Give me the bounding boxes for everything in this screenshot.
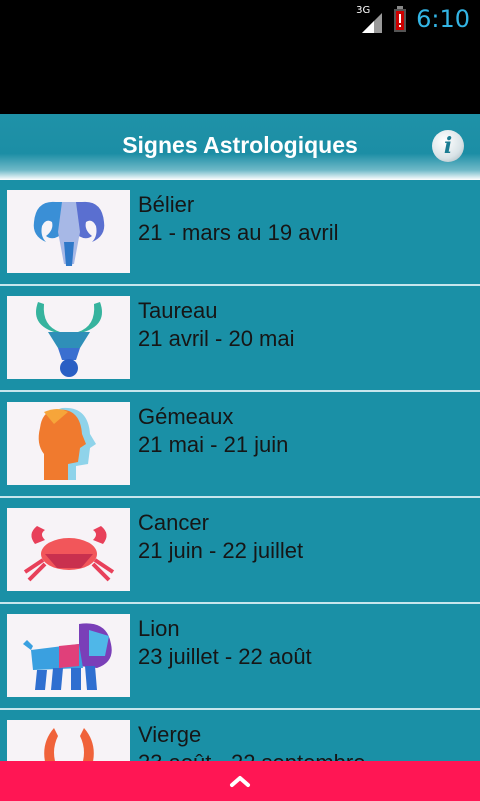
sign-name: Lion [138, 616, 180, 641]
app-bar: Signes Astrologiques i [0, 114, 480, 180]
sign-dates: 21 - mars au 19 avril [138, 220, 339, 245]
ram-icon [7, 190, 130, 273]
blank-area [0, 38, 480, 114]
sign-name: Vierge [138, 722, 202, 747]
virgin-icon [7, 720, 130, 761]
expand-bar[interactable] [0, 761, 480, 801]
signal-icon: 3G [356, 5, 383, 33]
sign-dates: 23 juillet - 22 août [138, 644, 312, 669]
crab-icon [7, 508, 130, 591]
list-item[interactable]: Taureau 21 avril - 20 mai [0, 286, 480, 392]
sign-name: Taureau [138, 298, 218, 323]
list-item[interactable]: Cancer 21 juin - 22 juillet [0, 498, 480, 604]
sign-dates: 21 mai - 21 juin [138, 432, 289, 457]
sign-name: Bélier [138, 192, 195, 217]
list-item[interactable]: Vierge 23 août - 22 septembre [0, 710, 480, 761]
chevron-up-icon[interactable] [228, 773, 252, 789]
list-item[interactable]: Gémeaux 21 mai - 21 juin [0, 392, 480, 498]
twins-icon [7, 402, 130, 485]
list-item[interactable]: Lion 23 juillet - 22 août [0, 604, 480, 710]
sign-name: Cancer [138, 510, 209, 535]
sign-name: Gémeaux [138, 404, 234, 429]
list-item[interactable]: Bélier 21 - mars au 19 avril [0, 180, 480, 286]
bull-icon [7, 296, 130, 379]
sign-dates: 21 juin - 22 juillet [138, 538, 304, 563]
page-title: Signes Astrologiques [122, 132, 358, 158]
status-bar: 3G 6:10 [0, 0, 480, 38]
lion-icon [7, 614, 130, 697]
battery-icon [394, 6, 407, 32]
sign-dates: 21 avril - 20 mai [138, 326, 295, 351]
signs-list[interactable]: Bélier 21 - mars au 19 avril Taureau 21 … [0, 180, 480, 761]
clock: 6:10 [416, 5, 470, 33]
sign-dates: 23 août - 22 septembre [138, 750, 365, 761]
info-icon[interactable]: i [432, 130, 464, 162]
